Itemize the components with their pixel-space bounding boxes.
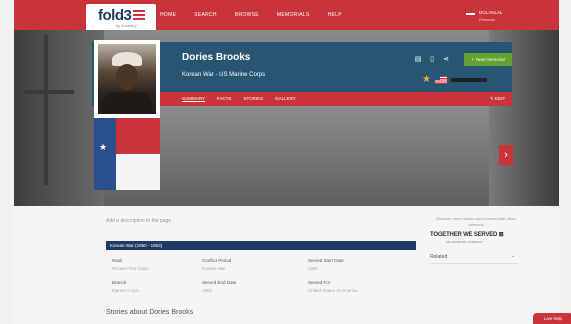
nav-browse[interactable]: BROWSE (235, 12, 259, 18)
related-toggle[interactable]: Related (430, 254, 447, 260)
flag-grid-icon: ⊠ (498, 232, 504, 238)
user-subtitle: Personal (479, 17, 495, 22)
edit-button[interactable]: ✎ EDIT (490, 96, 505, 102)
add-icon: + (471, 57, 474, 62)
field-end-date: Served End Date 1953 (202, 280, 237, 293)
print-icon[interactable]: ▤ (414, 56, 422, 64)
together-title: TOGETHER WE SERVED (430, 232, 498, 238)
portrait-shoulders (102, 92, 152, 114)
top-nav: fold3 by Ancestry HOME SEARCH BROWSE MEM… (14, 0, 559, 30)
nav-home[interactable]: HOME (160, 12, 176, 18)
new-memorial-button[interactable]: + New memorial (464, 53, 512, 66)
nav-search[interactable]: SEARCH (194, 12, 217, 18)
tab-summary[interactable]: SUMMARY (182, 96, 205, 102)
stories-heading: Stories about Dories Brooks (106, 309, 194, 316)
logo[interactable]: fold3 by Ancestry (86, 4, 156, 30)
field-conflict-period: Conflict Period Korean War (202, 258, 232, 271)
portrait-image (98, 44, 156, 114)
page-frame: fold3 by Ancestry HOME SEARCH BROWSE MEM… (14, 0, 559, 324)
tab-gallery[interactable]: GALLERY (275, 96, 296, 102)
us-flag-icon (434, 75, 447, 84)
tab-facts[interactable]: FACTS (217, 96, 232, 102)
user-flag-icon (466, 11, 475, 17)
next-arrow-icon[interactable]: › (499, 145, 513, 165)
veteran-name: Dories Brooks (182, 52, 251, 63)
new-memorial-label: New memorial (475, 57, 505, 62)
gold-star-icon: ★ (422, 74, 431, 85)
user-name: DOLANLAL (479, 10, 503, 15)
field-branch: Branch Marine Corps (112, 280, 140, 293)
service-header: Korean War (1950 - 1953) (106, 241, 416, 250)
description-placeholder[interactable]: Add a description to the page (106, 218, 171, 224)
divider (430, 263, 518, 264)
nav-help[interactable]: HELP (328, 12, 342, 18)
portrait-photo[interactable] (94, 40, 160, 118)
field-start-date: Served Start Date 1951 (308, 258, 344, 271)
portrait-face (116, 64, 138, 90)
hero-left-photo (14, 30, 104, 206)
together-we-served-logo[interactable]: TOGETHER WE SERVED ⊠ (430, 231, 504, 238)
profile-tabs: SUMMARY FACTS STORIES GALLERY ✎ EDIT (160, 92, 512, 106)
logo-flag-icon (133, 10, 145, 20)
share-icon[interactable]: ⋖ (442, 56, 450, 64)
veteran-war-line: Korean War - US Marine Corps (182, 72, 266, 78)
edit-label: EDIT (495, 96, 506, 101)
together-subtitle: AN ANCESTRY COMPANY (446, 240, 483, 244)
hero-center-photo (104, 100, 489, 206)
rifle-icon (450, 77, 487, 82)
nav-memorials[interactable]: MEMORIALS (277, 12, 310, 18)
state-star-icon: ★ (99, 142, 108, 152)
hero-cross (44, 35, 48, 185)
live-help-button[interactable]: Live help (533, 313, 571, 324)
field-served-for: Served For United States of America (308, 280, 358, 293)
card-actions: ▤ ▯ ⋖ (414, 56, 450, 64)
service-icons: ★ (422, 74, 487, 85)
field-rank: Rank Private First Class (112, 258, 149, 271)
logo-subtitle: by Ancestry (116, 23, 137, 28)
service-header-label: Korean War (1950 - 1953) (110, 243, 163, 248)
logo-text: fold3 (98, 7, 132, 24)
nav-links: HOME SEARCH BROWSE MEMORIALS HELP (160, 12, 342, 18)
bookmark-icon[interactable]: ▯ (428, 56, 436, 64)
state-flag-image: ★ (94, 118, 160, 190)
sidebar-note: Discover more stories and connect with o… (435, 216, 517, 227)
hero-cross-bar (24, 90, 74, 94)
chevron-down-icon[interactable]: ⌄ (511, 253, 515, 259)
tab-stories[interactable]: STORIES (243, 96, 263, 102)
